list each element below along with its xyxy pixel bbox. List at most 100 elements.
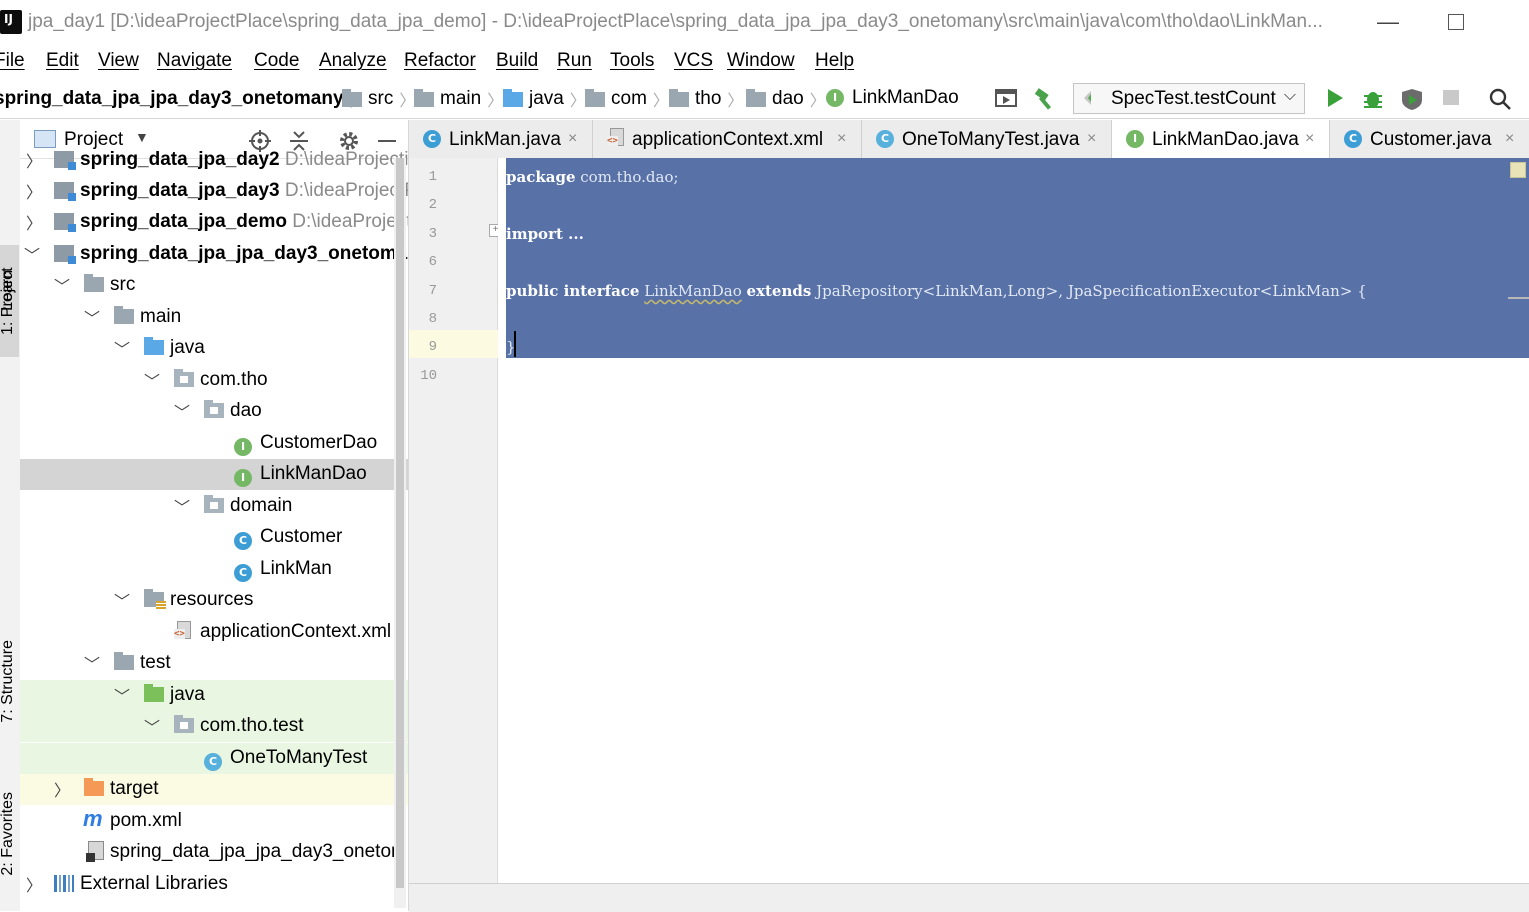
tab-customer-java[interactable]: C Customer.java ×	[1330, 120, 1529, 158]
tab-linkman-java[interactable]: C LinkMan.java ×	[409, 120, 593, 158]
project-structure-icon[interactable]	[995, 88, 1017, 108]
source-folder-icon	[503, 88, 523, 107]
structure-tool-tab[interactable]: 7: Structure	[0, 640, 19, 723]
module-file-icon	[86, 841, 104, 862]
close-icon[interactable]: ×	[568, 130, 577, 148]
close-icon[interactable]: ×	[1305, 130, 1314, 148]
breadcrumb-project[interactable]: spring_data_jpa_jpa_day3_onetomany〉	[0, 87, 366, 111]
menu-run[interactable]: Run	[557, 50, 592, 72]
tree-item-module[interactable]: ﹀ spring_data_jpa_jpa_day3_onetoman	[20, 239, 408, 270]
project-tree-scrollbar[interactable]	[394, 158, 406, 908]
menu-tools[interactable]: Tools	[610, 50, 654, 72]
menu-code[interactable]: Code	[254, 50, 299, 72]
chevron-down-icon[interactable]: ﹀	[144, 368, 160, 392]
breadcrumb-tho[interactable]: tho 〉	[669, 87, 743, 111]
tab-linkmandao-java-active[interactable]: I LinkManDao.java ×	[1112, 120, 1330, 158]
inspection-status-icon[interactable]	[1510, 162, 1526, 178]
breadcrumb-dao[interactable]: dao 〉	[746, 87, 826, 111]
build-hammer-icon[interactable]	[1033, 88, 1057, 110]
scrollbar-thumb[interactable]	[396, 158, 404, 888]
interface-icon: I	[826, 89, 844, 107]
tree-item-pom-file[interactable]: m pom.xml	[20, 806, 408, 837]
line-number: 3	[428, 226, 437, 242]
breadcrumb-main[interactable]: main 〉	[414, 87, 503, 111]
close-icon[interactable]: ×	[837, 130, 846, 148]
chevron-down-icon[interactable]: ﹀	[84, 651, 100, 675]
menu-edit[interactable]: Edit	[46, 50, 79, 72]
breadcrumb-linkmandao[interactable]: I LinkManDao	[826, 87, 959, 109]
code-editor[interactable]: package com.tho.dao; import ... public i…	[498, 158, 1529, 883]
tree-item-class[interactable]: C Customer	[20, 522, 408, 553]
tree-item-package[interactable]: ﹀ domain	[20, 491, 408, 522]
run-with-coverage-icon[interactable]	[1400, 88, 1424, 110]
tree-item-external-libraries[interactable]: 〉 External Libraries	[20, 869, 408, 900]
favorites-tool-tab[interactable]: 2: Favorites	[0, 792, 19, 876]
chevron-down-icon[interactable]: ﹀	[84, 305, 100, 329]
chevron-down-icon[interactable]: ﹀	[114, 588, 130, 612]
menu-file[interactable]: File	[0, 50, 25, 72]
run-configuration-dropdown[interactable]: SpecTest.testCount ⌵	[1073, 83, 1305, 114]
menu-view[interactable]: View	[98, 50, 139, 72]
chevron-down-icon[interactable]: ﹀	[54, 273, 70, 297]
chevron-right-icon[interactable]: 〉	[26, 210, 42, 234]
menu-help[interactable]: Help	[815, 50, 854, 72]
tree-item-module[interactable]: 〉 spring_data_jpa_demo D:\ideaProject	[20, 207, 408, 238]
tree-item-resources-folder[interactable]: ﹀ resources	[20, 585, 408, 616]
chevron-down-icon[interactable]: ﹀	[24, 242, 40, 266]
close-icon[interactable]: ×	[1087, 130, 1096, 148]
menu-window[interactable]: Window	[727, 50, 795, 72]
stop-icon[interactable]	[1442, 88, 1460, 106]
project-tool-window: Project ▼ 〉 spring_data_jpa_day2 D:\idea…	[20, 120, 409, 911]
tree-item-test-class[interactable]: C OneToManyTest	[20, 743, 408, 774]
tree-item-folder[interactable]: ﹀ test	[20, 648, 408, 679]
chevron-right-icon[interactable]: 〉	[54, 777, 70, 801]
tree-item-class[interactable]: C LinkMan	[20, 554, 408, 585]
tree-item-xml-file[interactable]: applicationContext.xml	[20, 617, 408, 648]
chevron-down-icon[interactable]: ﹀	[174, 399, 190, 423]
chevron-down-icon[interactable]: ﹀	[114, 336, 130, 360]
menu-refactor[interactable]: Refactor	[404, 50, 476, 72]
tree-item-test-source-folder[interactable]: ﹀ java	[20, 680, 408, 711]
close-icon[interactable]: ×	[1505, 130, 1514, 148]
tab-applicationcontext-xml[interactable]: applicationContext.xml ×	[593, 120, 862, 158]
debug-icon[interactable]	[1362, 88, 1384, 110]
breadcrumb-com[interactable]: com 〉	[585, 87, 669, 111]
maximize-button[interactable]	[1436, 8, 1476, 36]
tree-item-package[interactable]: ﹀ dao	[20, 396, 408, 427]
minimize-button[interactable]: —	[1368, 8, 1408, 36]
module-icon	[54, 182, 76, 201]
chevron-right-icon[interactable]: 〉	[26, 179, 42, 203]
menu-vcs[interactable]: VCS	[674, 50, 713, 72]
tree-item-source-folder[interactable]: ﹀ java	[20, 333, 408, 364]
tree-item-module[interactable]: 〉 spring_data_jpa_day3 D:\ideaProjectP	[20, 176, 408, 207]
tree-item-interface[interactable]: I CustomerDao	[20, 428, 408, 459]
tree-item-excluded-folder[interactable]: 〉 target	[20, 774, 408, 805]
chevron-down-icon[interactable]: ﹀	[114, 683, 130, 707]
module-icon	[54, 213, 76, 232]
test-class-icon: C	[876, 130, 894, 148]
chevron-down-icon[interactable]: ﹀	[174, 494, 190, 518]
tree-item-folder[interactable]: ﹀ src	[20, 270, 408, 301]
search-icon[interactable]	[1489, 88, 1511, 110]
libraries-icon	[54, 875, 74, 892]
code-line-import: import ...	[506, 225, 584, 243]
tree-item-package[interactable]: ﹀ com.tho.test	[20, 711, 408, 742]
breadcrumb-src[interactable]: src 〉	[342, 87, 415, 111]
breadcrumb-java[interactable]: java 〉	[503, 87, 586, 111]
tree-item-iml-file[interactable]: spring_data_jpa_jpa_day3_onetom	[20, 837, 408, 868]
tree-item-interface-selected[interactable]: I LinkManDao	[20, 459, 408, 490]
run-icon[interactable]	[1326, 88, 1344, 108]
chevron-right-icon[interactable]: 〉	[26, 148, 42, 172]
dropdown-arrow-icon[interactable]: ▼	[135, 129, 149, 145]
learn-tool-tab[interactable]: Learn	[0, 270, 19, 311]
menu-navigate[interactable]: Navigate	[157, 50, 232, 72]
error-stripe-mark[interactable]	[1508, 297, 1529, 299]
tree-item-folder[interactable]: ﹀ main	[20, 302, 408, 333]
menu-analyze[interactable]: Analyze	[319, 50, 387, 72]
chevron-down-icon[interactable]: ﹀	[144, 714, 160, 738]
tab-onetomanytest-java[interactable]: C OneToManyTest.java ×	[862, 120, 1112, 158]
menu-build[interactable]: Build	[496, 50, 538, 72]
chevron-right-icon[interactable]: 〉	[26, 872, 42, 896]
tree-item-module[interactable]: 〉 spring_data_jpa_day2 D:\ideaProjecti	[20, 145, 408, 176]
tree-item-package[interactable]: ﹀ com.tho	[20, 365, 408, 396]
